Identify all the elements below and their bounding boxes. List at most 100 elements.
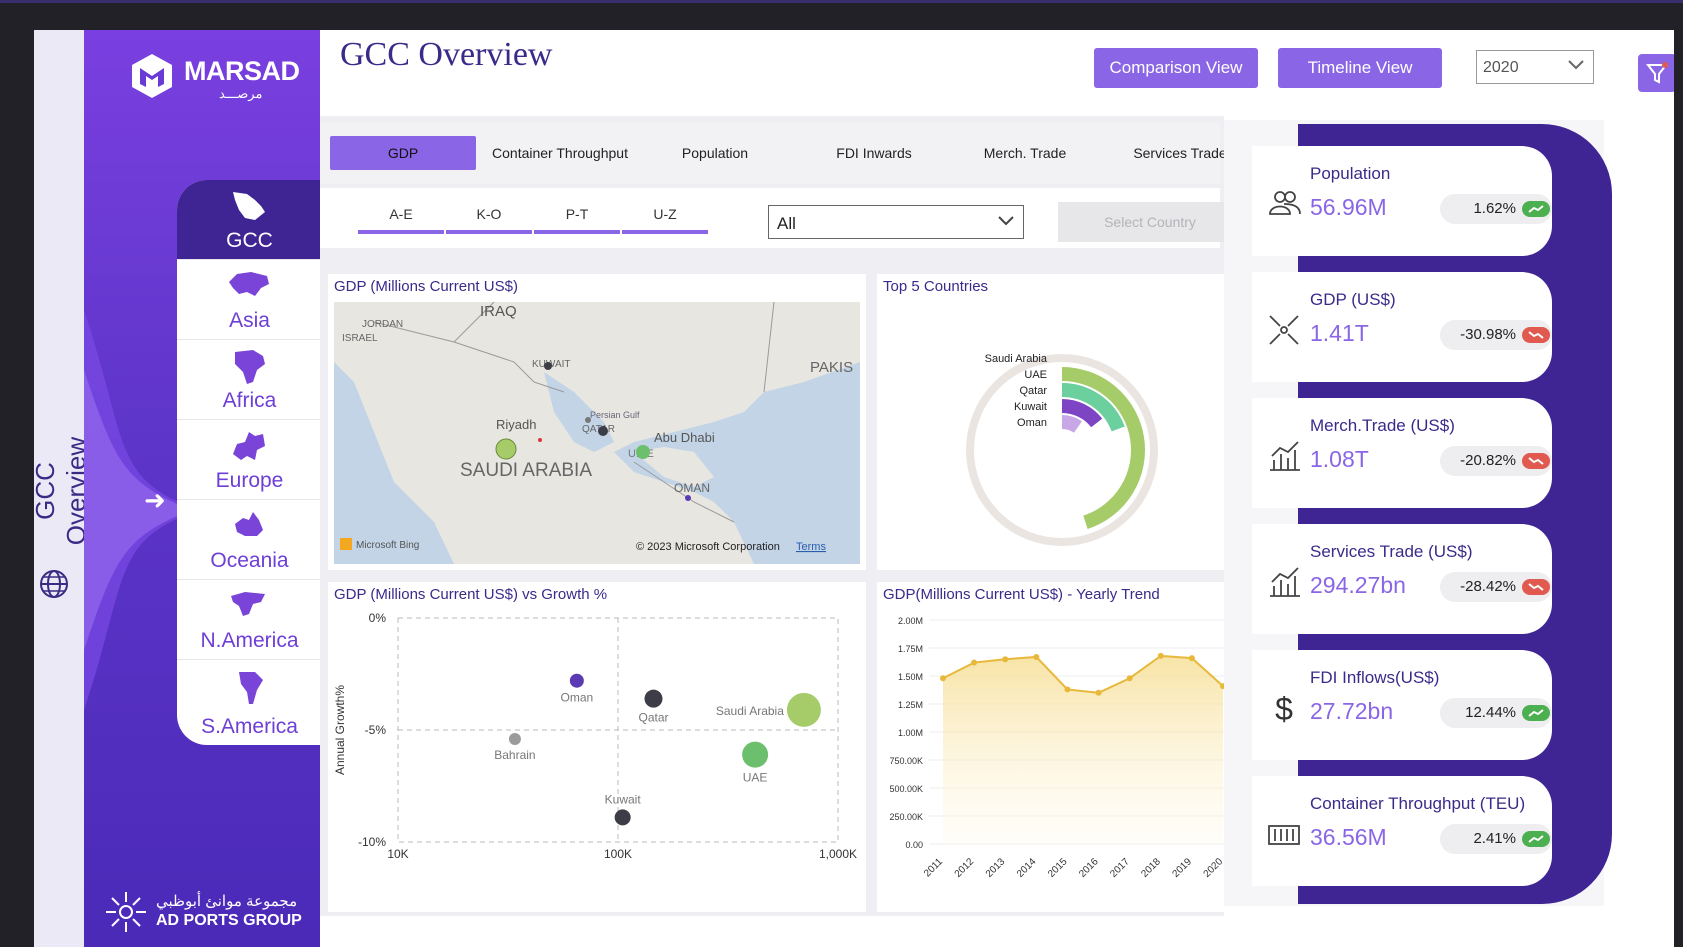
- map-bubble-uae[interactable]: [636, 445, 650, 459]
- kpi-value: 294.27bn: [1310, 572, 1406, 598]
- scatter-point-bahrain[interactable]: [508, 732, 521, 745]
- kpi-label: GDP (US$): [1310, 290, 1396, 309]
- y-tick-label: -5%: [365, 723, 387, 737]
- kpi-change: -28.42%: [1460, 578, 1516, 595]
- year-dropdown[interactable]: 2020: [1476, 50, 1594, 84]
- point-label: Saudi Arabia: [716, 704, 784, 718]
- map-bubble-kuwait[interactable]: [544, 362, 552, 370]
- scatter-point-kuwait[interactable]: [614, 809, 631, 826]
- y-tick-label: 0%: [369, 611, 387, 625]
- kpi-card-gdp-us[interactable]: GDP (US$) 1.41T -30.98%: [1252, 272, 1552, 382]
- gdp-map-card: GDP (Millions Current US$) IRAQ JORDAN I…: [328, 274, 866, 570]
- ad-ports-logo-icon: [106, 892, 146, 932]
- map-bubble-saudi-arabia[interactable]: [495, 438, 517, 460]
- kpi-change-pill: -30.98%: [1440, 320, 1552, 350]
- africa-map-icon: [235, 350, 265, 384]
- tab-container-throughput[interactable]: Container Throughput: [480, 136, 640, 170]
- kpi-card-population[interactable]: Population 56.96M 1.62%: [1252, 146, 1552, 256]
- trend-point[interactable]: [1095, 689, 1102, 696]
- map-terms-link[interactable]: Terms: [796, 541, 826, 553]
- y-tick-label: 1.75M: [898, 644, 923, 654]
- map-label-pakistan: PAKIS: [810, 359, 853, 376]
- kpi-label: Services Trade (US$): [1310, 542, 1473, 561]
- trend-point[interactable]: [1126, 675, 1133, 682]
- kpi-card-services-trade-us[interactable]: Services Trade (US$) 294.27bn -28.42%: [1252, 524, 1552, 634]
- trend-point[interactable]: [1157, 652, 1164, 659]
- map-label-abu-dhabi: Abu Dhabi: [654, 430, 715, 445]
- scatter-point-saudi-arabia[interactable]: [786, 692, 821, 727]
- map-bubble-bahrain[interactable]: [585, 417, 591, 423]
- svg-text:$: $: [1275, 691, 1293, 727]
- top5-radial-chart: Saudi Arabia UAE Qatar Kuwait Oman: [966, 353, 1158, 546]
- kpi-card-merch-trade-us[interactable]: Merch.Trade (US$) 1.08T -20.82%: [1252, 398, 1552, 508]
- trend-point[interactable]: [940, 675, 946, 682]
- map-label-persian-gulf: Persian Gulf: [590, 410, 640, 420]
- map-bubble-oman[interactable]: [685, 495, 691, 501]
- region-gcc[interactable]: GCC: [177, 180, 322, 260]
- x-tick-label: 2020: [1202, 856, 1226, 880]
- letter-filter-a-e[interactable]: A-E: [358, 206, 444, 234]
- people-icon: [1269, 191, 1301, 215]
- region-label: S.America: [201, 715, 298, 738]
- page-title: GCC Overview: [340, 36, 553, 73]
- trend-point[interactable]: [1033, 653, 1040, 660]
- y-tick-label: 750.00K: [889, 756, 923, 766]
- x-tick-label: 2017: [1108, 856, 1132, 880]
- letter-filter-u-z[interactable]: U-Z: [622, 206, 708, 234]
- map-title: GDP (Millions Current US$): [334, 278, 518, 295]
- radial-bar-oman[interactable]: [1061, 415, 1082, 434]
- point-label: Qatar: [638, 711, 668, 725]
- kpi-change: 12.44%: [1465, 704, 1516, 721]
- tab-gdp[interactable]: GDP: [330, 136, 476, 170]
- kpi-change-pill: -20.82%: [1440, 446, 1552, 476]
- scatter-title: GDP (Millions Current US$) vs Growth %: [334, 586, 608, 603]
- region-asia[interactable]: Asia: [177, 260, 322, 340]
- footer-brand: AD PORTS GROUP: [156, 912, 302, 929]
- region-label: Asia: [229, 309, 270, 332]
- scatter-point-uae[interactable]: [742, 741, 769, 768]
- scatter-point-qatar[interactable]: [644, 689, 663, 708]
- filter-button[interactable]: [1638, 54, 1674, 92]
- globe-icon[interactable]: [38, 568, 70, 600]
- trend-point[interactable]: [1002, 656, 1009, 663]
- select-country-button[interactable]: Select Country: [1058, 202, 1242, 242]
- trend-down-icon: [1522, 453, 1550, 469]
- region-oceania[interactable]: Oceania: [177, 500, 322, 580]
- trend-point[interactable]: [971, 659, 978, 666]
- map-bubble-qatar[interactable]: [598, 426, 608, 436]
- tab-population[interactable]: Population: [640, 136, 790, 170]
- tab-fdi-inwards[interactable]: FDI Inwards: [794, 136, 954, 170]
- country-dropdown-value: All: [777, 214, 796, 233]
- region-europe[interactable]: Europe: [177, 420, 322, 500]
- letter-filter-p-t[interactable]: P-T: [534, 206, 620, 234]
- chevron-down-icon: [1568, 60, 1584, 70]
- kpi-change-pill: 2.41%: [1440, 824, 1552, 854]
- country-dropdown[interactable]: All: [768, 205, 1024, 239]
- y-tick-label: 250.00K: [889, 812, 923, 822]
- map-copyright: © 2023 Microsoft Corporation: [636, 541, 780, 553]
- timeline-view-button[interactable]: Timeline View: [1278, 48, 1442, 88]
- footer-brand-arabic: مجموعة موانئ أبوظبي: [156, 893, 298, 910]
- comparison-view-button[interactable]: Comparison View: [1094, 48, 1258, 88]
- region-africa[interactable]: Africa: [177, 340, 322, 420]
- radial-label: Qatar: [1019, 385, 1047, 397]
- kpi-card-container-throughput-teu[interactable]: Container Throughput (TEU) 36.56M 2.41%: [1252, 776, 1552, 886]
- region-north-america[interactable]: N.America: [177, 580, 322, 660]
- tab-merch-trade[interactable]: Merch. Trade: [948, 136, 1102, 170]
- brand-name: MARSAD: [184, 56, 300, 86]
- trend-point[interactable]: [1188, 655, 1195, 662]
- scatter-point-oman[interactable]: [569, 673, 584, 688]
- kpi-change-pill: 12.44%: [1440, 698, 1552, 728]
- gcc-map-icon: [233, 192, 265, 220]
- trend-point[interactable]: [1064, 686, 1071, 693]
- gdp-map[interactable]: IRAQ JORDAN ISRAEL KUWAIT Persian Gulf Q…: [334, 302, 860, 564]
- kpi-label: Merch.Trade (US$): [1310, 416, 1455, 435]
- y-tick-label: -10%: [358, 835, 386, 849]
- region-south-america[interactable]: S.America: [177, 660, 322, 745]
- letter-filter-k-o[interactable]: K-O: [446, 206, 532, 234]
- kpi-change: -30.98%: [1460, 326, 1516, 343]
- kpi-value: 56.96M: [1310, 194, 1387, 220]
- y-axis-label: Annual Growth%: [333, 685, 347, 775]
- kpi-card-fdi-inflows-us[interactable]: $ FDI Inflows(US$) 27.72bn 12.44%: [1252, 650, 1552, 760]
- vertical-strip: GCC Overview: [34, 30, 91, 947]
